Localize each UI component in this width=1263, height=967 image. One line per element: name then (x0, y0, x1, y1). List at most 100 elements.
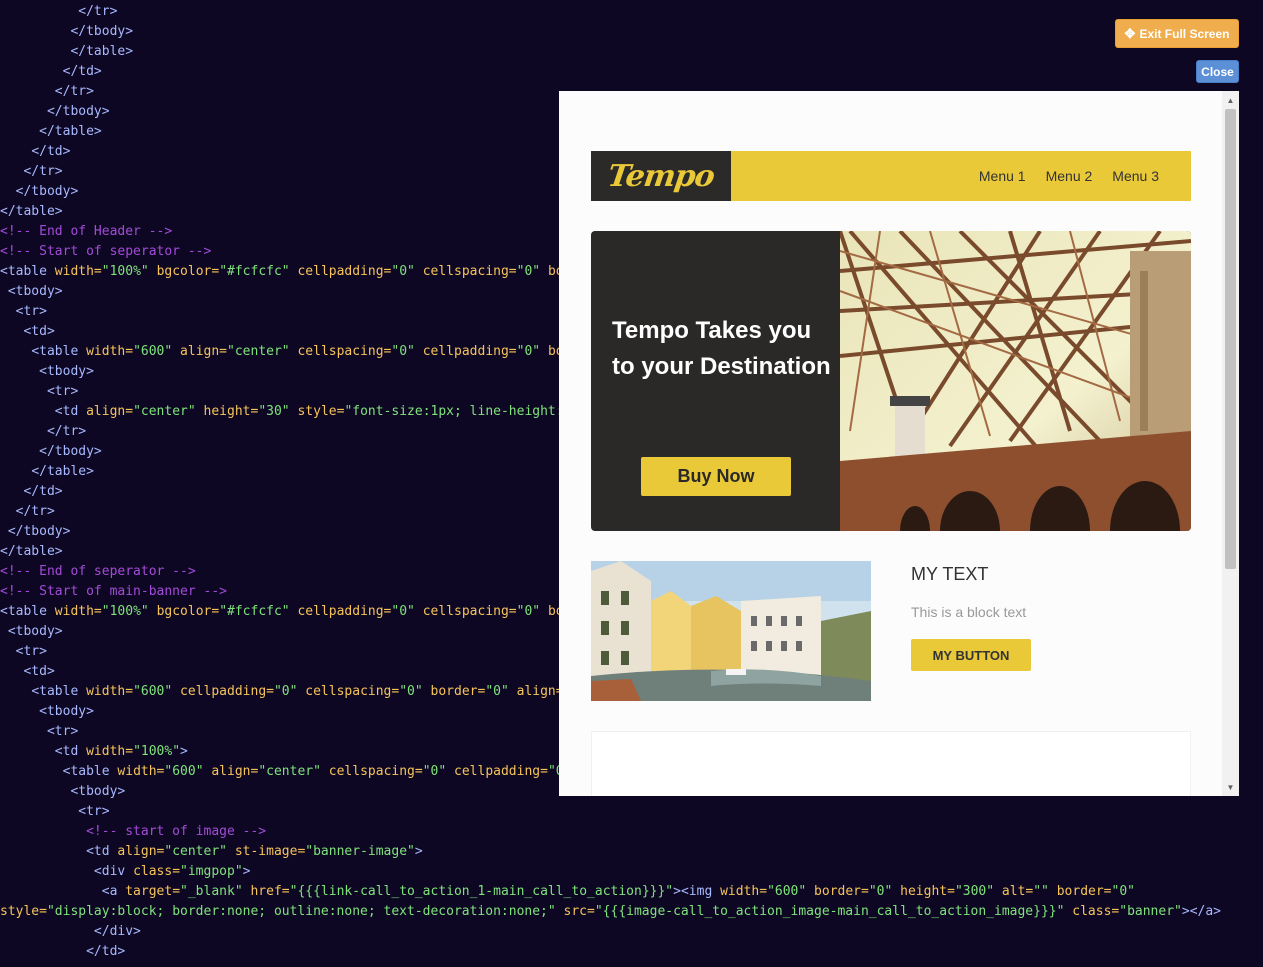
code-token: <table (31, 684, 87, 699)
my-button[interactable]: MY BUTTON (911, 639, 1031, 671)
code-token: <tr> (15, 644, 47, 659)
code-token: </td> (23, 484, 63, 499)
close-button[interactable]: Close (1196, 60, 1239, 83)
code-line: </td> (0, 62, 1263, 82)
menu-item-2[interactable]: Menu 2 (1046, 168, 1093, 184)
code-token: "0" (391, 344, 423, 359)
code-token: width= (86, 744, 134, 759)
logo[interactable]: Tempo (591, 151, 731, 201)
code-token: "{{{image-call_to_action_image-main_call… (594, 904, 1073, 919)
email-header: Tempo Menu 1 Menu 2 Menu 3 (591, 151, 1191, 201)
code-token: </tr> (78, 4, 118, 19)
code-token: "center" (258, 764, 329, 779)
code-token: <table (0, 264, 55, 279)
menu-item-1[interactable]: Menu 1 (979, 168, 1026, 184)
code-token: "0" (516, 344, 548, 359)
close-label: Close (1201, 64, 1234, 79)
code-token: </table> (0, 544, 63, 559)
arrows-move-icon: ✥ (1124, 25, 1136, 41)
code-line: <td align="center" st-image="banner-imag… (0, 842, 1263, 862)
code-token: <!-- End of seperator --> (0, 564, 196, 579)
code-token: <table (31, 344, 87, 359)
next-section (591, 731, 1191, 796)
code-token: cellspacing= (297, 344, 392, 359)
scroll-down-arrow-icon[interactable]: ▼ (1222, 780, 1239, 794)
code-token: "0" (391, 264, 423, 279)
code-token: "" (1033, 884, 1057, 899)
code-token: "300" (954, 884, 1002, 899)
code-token: <td (86, 844, 118, 859)
code-token: <tr> (78, 804, 110, 819)
code-token: class= (133, 864, 181, 879)
code-token: "center" (164, 844, 235, 859)
code-token: border= (814, 884, 869, 899)
code-token: cellpadding= (422, 344, 517, 359)
code-line: style="display:block; border:none; outli… (0, 902, 1263, 922)
code-token: > (180, 744, 188, 759)
code-token: </tr> (54, 84, 94, 99)
code-token: bgcolor= (156, 264, 220, 279)
code-token: "600" (767, 884, 815, 899)
code-line: </table> (0, 42, 1263, 62)
code-token: </div> (93, 924, 141, 939)
code-token: </td> (62, 64, 102, 79)
code-token: <tbody> (39, 704, 94, 719)
code-token: border= (430, 684, 486, 699)
code-token: "100%" (133, 744, 181, 759)
code-token: "#fcfcfc" (219, 264, 298, 279)
code-token: align= (180, 344, 228, 359)
block-heading: MY TEXT (911, 564, 989, 584)
vertical-scrollbar[interactable]: ▲ ▼ (1222, 91, 1239, 796)
block-text: This is a block text (911, 604, 1027, 620)
code-token: cellpadding= (454, 764, 548, 779)
code-token: "center" (133, 404, 204, 419)
email-preview-pane[interactable]: Tempo Menu 1 Menu 2 Menu 3 Tempo Takes y… (559, 91, 1239, 796)
code-token: align= (211, 764, 259, 779)
code-token: "0" (485, 684, 517, 699)
code-token: "100%" (101, 264, 157, 279)
code-line: <div class="imgpop"> (0, 862, 1263, 882)
scroll-thumb[interactable] (1225, 109, 1236, 569)
code-token: </tr> (23, 164, 63, 179)
code-token: "imgpop" (180, 864, 243, 879)
code-token: cellspacing= (422, 604, 517, 619)
exit-full-screen-button[interactable]: ✥ Exit Full Screen (1115, 19, 1239, 48)
bridge-photo[interactable] (840, 231, 1191, 531)
code-token: <tbody> (39, 364, 94, 379)
logo-text: Tempo (605, 158, 717, 194)
code-token: </table> (39, 124, 102, 139)
code-token: </table> (0, 204, 63, 219)
canal-town-photo[interactable] (591, 561, 871, 701)
code-line: </td> (0, 942, 1263, 962)
buy-now-button[interactable]: Buy Now (641, 457, 791, 496)
code-token: <tr> (15, 304, 47, 319)
code-token: <a (101, 884, 126, 899)
code-token: "0" (516, 604, 548, 619)
code-token: "600" (133, 684, 181, 699)
scroll-up-arrow-icon[interactable]: ▲ (1222, 93, 1239, 107)
code-token: cellspacing= (328, 764, 423, 779)
code-token: cellspacing= (305, 684, 400, 699)
code-token: "600" (164, 764, 212, 779)
code-token: ><img (673, 884, 721, 899)
code-token: "display:block; border:none; outline:non… (46, 904, 564, 919)
code-token: "banner-image" (305, 844, 415, 859)
code-token: "30" (258, 404, 298, 419)
menu-item-3[interactable]: Menu 3 (1112, 168, 1159, 184)
code-token: </tbody> (70, 24, 134, 39)
